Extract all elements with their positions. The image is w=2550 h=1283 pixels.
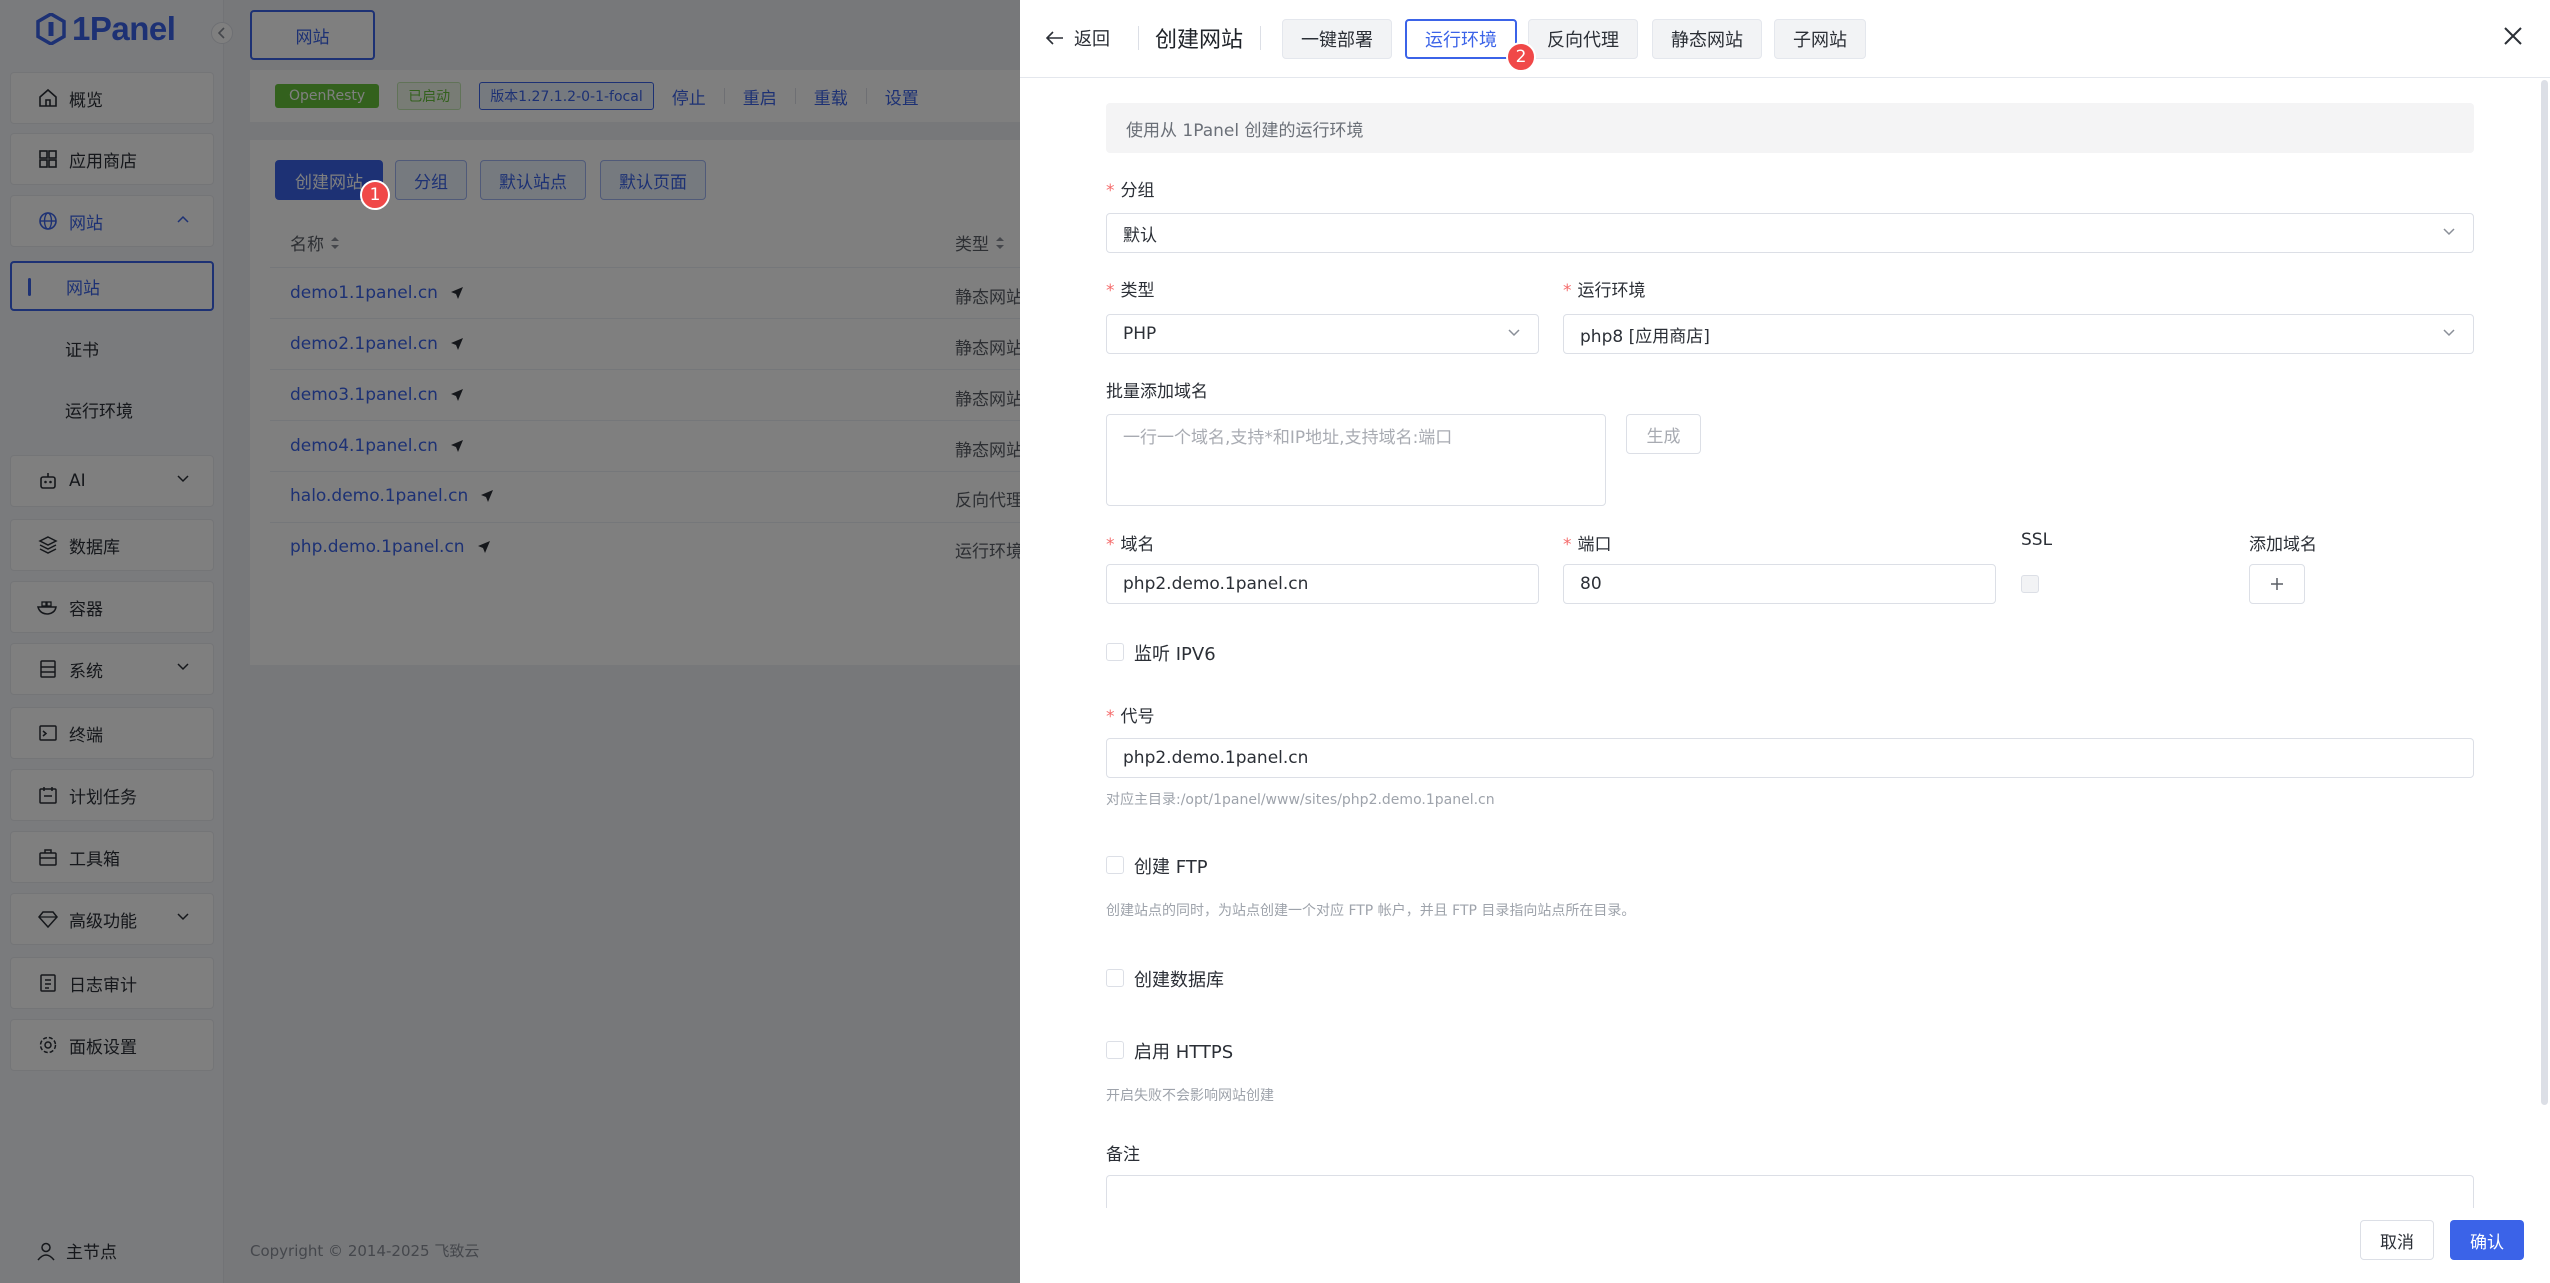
runtime-label-text: 运行环境 [1577,281,1646,301]
add-domain-button[interactable] [2249,564,2305,604]
domain-input[interactable]: php2.demo.1panel.cn [1106,564,1539,604]
ftp-checkbox[interactable] [1106,856,1124,874]
required-mark: * [1106,707,1115,727]
runtime-label: * 运行环境 [1563,276,1646,301]
divider [1260,26,1261,50]
back-label: 返回 [1074,29,1110,50]
alias-input[interactable]: php2.demo.1panel.cn [1106,738,2474,778]
tab-reverse-proxy[interactable]: 反向代理 [1528,19,1638,59]
required-mark: * [1563,535,1572,555]
group-select[interactable]: 默认 [1106,213,2474,253]
close-icon[interactable] [2502,25,2524,47]
chevron-down-icon [2443,329,2455,337]
step-badge-1: 1 [360,180,390,210]
remark-label: 备注 [1106,1145,1140,1165]
plus-icon [2270,577,2284,591]
runtime-select[interactable]: php8 [应用商店] [1563,314,2474,354]
drawer-header: 返回 创建网站 一键部署 运行环境 反向代理 静态网站 子网站 2 [1020,0,2550,78]
batch-domain-textarea[interactable]: 一行一个域名,支持*和IP地址,支持域名:端口 [1106,414,1606,506]
remark-textarea[interactable] [1106,1175,2474,1210]
batch-domain-label: 批量添加域名 [1106,382,1208,402]
type-label-text: 类型 [1120,281,1155,301]
divider [1138,26,1139,50]
tab-static-site[interactable]: 静态网站 [1652,19,1762,59]
back-button[interactable]: 返回 [1046,25,1110,51]
tab-one-click-deploy[interactable]: 一键部署 [1282,19,1392,59]
https-checkbox[interactable] [1106,1041,1124,1059]
port-label: * 端口 [1563,530,1612,555]
required-mark: * [1563,281,1572,301]
ipv6-checkbox[interactable] [1106,643,1124,661]
group-select-value: 默认 [1123,225,1157,246]
required-mark: * [1106,181,1115,201]
runtime-select-value: php8 [应用商店] [1580,326,1710,347]
required-mark: * [1106,281,1115,301]
arrow-left-icon [1046,31,1064,45]
group-label: * 分组 [1106,176,1155,201]
create-website-drawer: 返回 创建网站 一键部署 运行环境 反向代理 静态网站 子网站 2 使用从 1P… [1020,0,2550,1283]
port-input[interactable]: 80 [1563,564,1996,604]
ftp-hint: 创建站点的同时，为站点创建一个对应 FTP 帐户，并且 FTP 目录指向站点所在… [1106,903,1636,919]
ftp-label[interactable]: 创建 FTP [1134,853,1208,879]
database-label[interactable]: 创建数据库 [1134,966,1224,992]
group-label-text: 分组 [1120,181,1155,201]
domain-label-text: 域名 [1120,535,1155,555]
ipv6-label[interactable]: 监听 IPV6 [1134,640,1216,666]
alias-label: * 代号 [1106,702,1155,727]
add-domain-label: 添加域名 [2249,535,2317,555]
tab-runtime[interactable]: 运行环境 [1405,19,1517,59]
chevron-down-icon [2443,228,2455,236]
type-select[interactable]: PHP [1106,314,1539,354]
required-mark: * [1106,535,1115,555]
drawer-title: 创建网站 [1155,28,1244,53]
domain-label: * 域名 [1106,530,1155,555]
database-checkbox[interactable] [1106,969,1124,987]
alias-label-text: 代号 [1120,707,1155,727]
https-label[interactable]: 启用 HTTPS [1134,1038,1233,1064]
type-select-value: PHP [1123,324,1157,344]
https-hint: 开启失败不会影响网站创建 [1106,1088,1274,1104]
chevron-down-icon [1508,329,1520,337]
alias-hint: 对应主目录:/opt/1panel/www/sites/php2.demo.1p… [1106,792,1495,808]
ssl-checkbox[interactable] [2021,575,2039,593]
runtime-info-alert: 使用从 1Panel 创建的运行环境 [1106,103,2474,153]
generate-button[interactable]: 生成 [1626,414,1701,454]
cancel-button[interactable]: 取消 [2360,1220,2434,1260]
port-label-text: 端口 [1577,535,1612,555]
drawer-footer: 取消 确认 [1020,1208,2550,1283]
confirm-button[interactable]: 确认 [2450,1220,2524,1260]
ssl-label: SSL [2021,530,2053,550]
tab-sub-site[interactable]: 子网站 [1774,19,1866,59]
scrollbar[interactable] [2541,80,2548,1105]
step-badge-2: 2 [1506,42,1536,72]
type-label: * 类型 [1106,276,1155,301]
